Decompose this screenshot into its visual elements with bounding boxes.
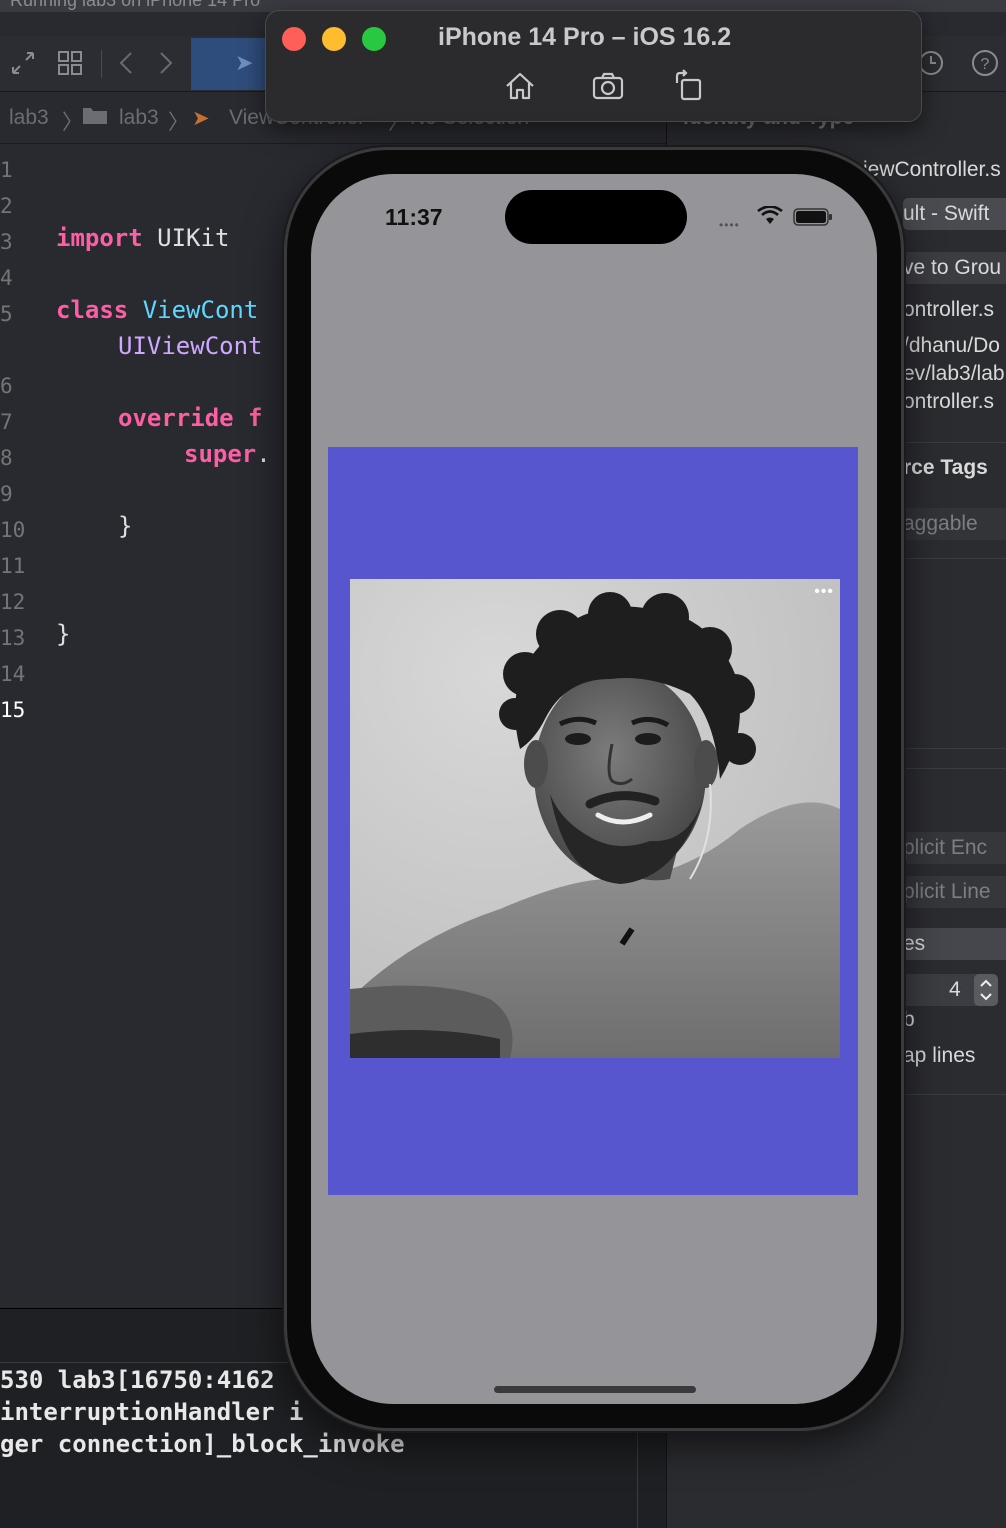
container-view: ••• <box>328 447 858 1195</box>
line-number-current: 15 <box>0 698 26 722</box>
code-line[interactable]: UIViewCont <box>118 332 263 360</box>
line-number: 12 <box>0 590 26 614</box>
full-path-line: ontroller.s <box>903 390 995 413</box>
expand-icon[interactable] <box>8 48 38 78</box>
chevron-right-icon[interactable] <box>150 48 180 78</box>
keyword: class <box>56 296 129 324</box>
swift-file-icon: ➤ <box>192 107 210 130</box>
simulator-titlebar: iPhone 14 Pro – iOS 16.2 <box>265 10 922 122</box>
breadcrumb-separator: 〉 <box>62 111 83 134</box>
line-number: 7 <box>0 410 13 434</box>
breadcrumb-project[interactable]: lab3 <box>9 106 49 130</box>
rotate-icon[interactable] <box>671 69 705 103</box>
line-number: 10 <box>0 518 26 542</box>
full-path-line: ev/lab3/lab <box>903 362 1005 385</box>
profile-photo[interactable]: ••• <box>350 579 840 1058</box>
type-name: UIViewCont <box>118 332 263 360</box>
keyword: super <box>184 440 257 468</box>
zoom-button[interactable] <box>362 27 386 51</box>
chevron-left-icon[interactable] <box>112 48 142 78</box>
code-line[interactable]: import UIKit <box>56 224 229 252</box>
toolbar-divider <box>101 50 102 78</box>
line-number: 8 <box>0 446 13 470</box>
section-divider <box>903 442 1006 443</box>
breadcrumb-group[interactable]: lab3 <box>119 106 159 130</box>
code-line[interactable]: } <box>56 620 70 648</box>
tab-viewcontroller[interactable]: ➤ <box>191 38 271 90</box>
code-line[interactable]: class ViewCont <box>56 296 258 324</box>
code-text: } <box>56 620 71 648</box>
resource-tags-header: rce Tags <box>903 456 988 479</box>
code-text: . <box>256 440 271 468</box>
grid-icon[interactable] <box>55 48 85 78</box>
type-name: ViewCont <box>128 296 259 324</box>
cellular-icon: •••• <box>719 218 740 232</box>
line-number: 5 <box>0 302 13 326</box>
dynamic-island <box>505 190 687 244</box>
line-number: 2 <box>0 194 13 218</box>
folder-icon <box>82 104 108 132</box>
line-number: 6 <box>0 374 13 398</box>
line-number: 13 <box>0 626 26 650</box>
console-line: interruptionHandler i <box>0 1398 304 1426</box>
activity-text: Running lab3 on iPhone 14 Pro <box>10 0 261 10</box>
line-number: 9 <box>0 482 13 506</box>
full-path-line: ontroller.s <box>903 298 995 321</box>
more-options-icon[interactable]: ••• <box>814 583 834 601</box>
line-number: 11 <box>0 554 26 578</box>
line-endings-value[interactable]: plicit Line <box>903 880 991 904</box>
device-screen[interactable]: 11:37 •••• ••• <box>311 174 877 1404</box>
status-time: 11:37 <box>385 204 443 230</box>
minimize-button[interactable] <box>322 27 346 51</box>
breadcrumb-separator: 〉 <box>168 111 189 134</box>
battery-icon <box>793 208 833 231</box>
screenshot-icon[interactable] <box>591 69 625 103</box>
line-number: 1 <box>0 158 13 182</box>
console-line: 530 lab3[16750:4162 <box>0 1366 275 1394</box>
wrap-lines-checkbox-label[interactable]: ap lines <box>903 1044 975 1068</box>
indent-using-value[interactable]: es <box>903 932 925 956</box>
iphone-frame: 11:37 •••• ••• <box>284 147 904 1431</box>
home-icon[interactable] <box>503 69 537 103</box>
code-line[interactable]: } <box>118 512 132 540</box>
svg-text:?: ? <box>981 56 990 73</box>
simulator-title: iPhone 14 Pro – iOS 16.2 <box>438 23 732 51</box>
tags-placeholder: aggable <box>903 512 978 535</box>
home-indicator[interactable] <box>494 1386 696 1393</box>
inspector-name-value[interactable]: iewController.s <box>863 158 1001 182</box>
keyword: override <box>118 404 234 432</box>
section-divider <box>903 748 1006 749</box>
console-line: ger connection]_block_invoke <box>0 1430 405 1458</box>
keyword: f <box>233 404 263 432</box>
text-encoding-value[interactable]: plicit Enc <box>903 836 987 860</box>
code-text: } <box>118 512 133 540</box>
section-divider <box>903 558 1006 559</box>
line-number: 14 <box>0 662 26 686</box>
wifi-icon <box>757 205 783 231</box>
tab-label: b <box>903 1008 915 1031</box>
tab-width-stepper[interactable] <box>974 974 998 1006</box>
section-divider <box>903 1094 1006 1095</box>
tab-width-value[interactable]: 4 <box>949 978 961 1002</box>
code-line[interactable]: override f <box>118 404 263 432</box>
code-text: UIKit <box>142 224 230 252</box>
swift-file-icon: ➤ <box>235 50 254 75</box>
line-number: 4 <box>0 266 13 290</box>
close-button[interactable] <box>282 27 306 51</box>
full-path-line: /dhanu/Do <box>903 334 1000 357</box>
help-icon[interactable]: ? <box>970 48 1000 78</box>
inspector-type-value[interactable]: ult - Swift <box>903 202 989 226</box>
keyword: import <box>56 224 143 252</box>
code-line[interactable]: super. <box>184 440 271 468</box>
section-divider <box>903 768 1006 769</box>
move-to-group-label[interactable]: ve to Grou <box>903 256 1001 280</box>
line-number: 3 <box>0 230 13 254</box>
